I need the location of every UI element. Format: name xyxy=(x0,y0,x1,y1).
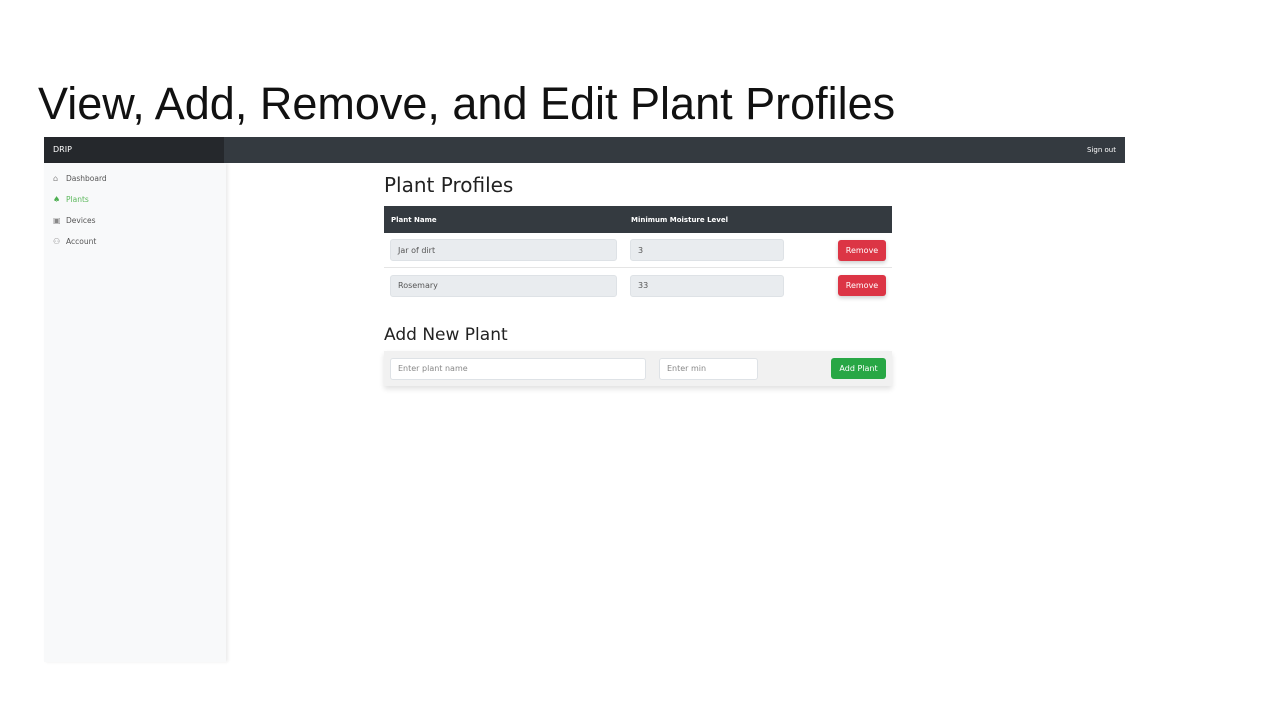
column-header-min-moisture: Minimum Moisture Level xyxy=(631,215,728,224)
sidebar-item-plants[interactable]: ♠ Plants xyxy=(44,189,226,210)
users-icon: ⚇ xyxy=(53,236,61,246)
table-row: Jar of dirt 3 Remove xyxy=(384,233,892,268)
table-row: Rosemary 33 Remove xyxy=(384,268,892,303)
remove-button[interactable]: Remove xyxy=(838,239,886,261)
page-title: Plant Profiles xyxy=(384,173,514,197)
sidebar-item-label: Devices xyxy=(66,216,96,225)
chip-icon: ▣ xyxy=(53,215,61,225)
leaf-icon: ♠ xyxy=(53,194,61,204)
min-moisture-field[interactable]: 3 xyxy=(630,239,784,261)
table-header: Plant Name Minimum Moisture Level xyxy=(384,206,892,233)
plant-name-input[interactable]: Enter plant name xyxy=(390,357,646,380)
sign-out-link[interactable]: Sign out xyxy=(1087,137,1116,163)
sidebar-item-label: Plants xyxy=(66,195,89,204)
plant-name-field[interactable]: Jar of dirt xyxy=(390,239,617,261)
add-plant-form: Enter plant name Enter min Add Plant xyxy=(384,351,892,386)
column-header-plant-name: Plant Name xyxy=(391,215,437,224)
brand[interactable]: DRIP xyxy=(44,137,224,163)
plant-name-field[interactable]: Rosemary xyxy=(390,274,617,297)
top-navbar: DRIP Sign out xyxy=(44,137,1125,163)
min-moisture-input[interactable]: Enter min xyxy=(659,357,758,380)
add-plant-button[interactable]: Add Plant xyxy=(831,358,886,379)
add-plant-heading: Add New Plant xyxy=(384,325,508,345)
sidebar-item-label: Dashboard xyxy=(66,174,107,183)
sidebar-item-dashboard[interactable]: ⌂ Dashboard xyxy=(44,168,226,189)
min-moisture-field[interactable]: 33 xyxy=(630,274,784,297)
slide-title: View, Add, Remove, and Edit Plant Profil… xyxy=(38,78,896,129)
sidebar: ⌂ Dashboard ♠ Plants ▣ Devices ⚇ Account xyxy=(44,163,226,662)
app-screenshot: DRIP Sign out ⌂ Dashboard ♠ Plants ▣ Device… xyxy=(44,137,1125,662)
sidebar-item-account[interactable]: ⚇ Account xyxy=(44,231,226,252)
main-content: Plant Profiles Plant Name Minimum Moistu… xyxy=(384,173,892,386)
home-icon: ⌂ xyxy=(53,173,59,183)
sidebar-item-devices[interactable]: ▣ Devices xyxy=(44,210,226,231)
remove-button[interactable]: Remove xyxy=(838,275,886,296)
sidebar-item-label: Account xyxy=(66,237,97,246)
